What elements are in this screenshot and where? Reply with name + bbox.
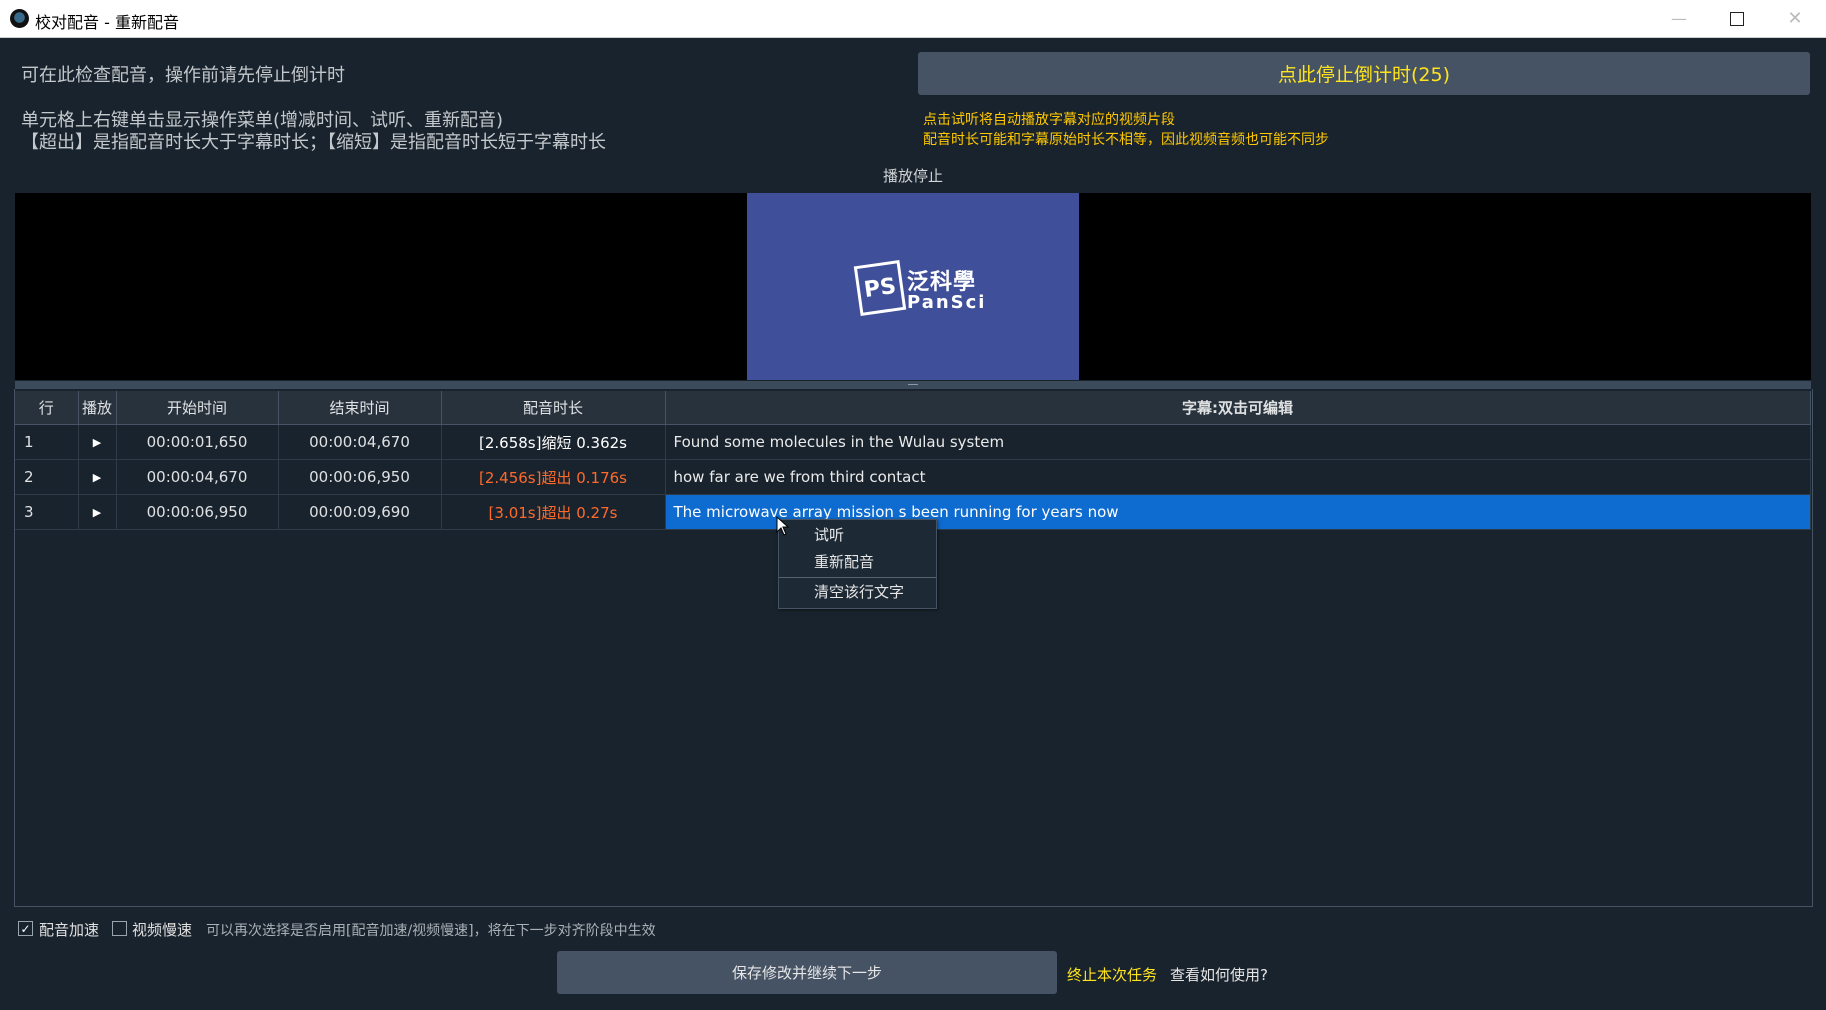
start-time-cell[interactable]: 00:00:04,670	[116, 459, 279, 495]
splitter-handle[interactable]	[15, 381, 1811, 389]
row-number: 1	[15, 424, 79, 460]
pansci-logo-en: PanSci	[907, 292, 987, 313]
table-header-row: 行 播放 开始时间 结束时间 配音时长 字幕:双击可编辑	[15, 391, 1811, 425]
splitter-grip-icon	[908, 384, 918, 385]
table-row[interactable]: 2 ▶ 00:00:04,670 00:00:06,950 [2.456s]超出…	[15, 459, 1811, 495]
close-button[interactable]: ✕	[1766, 0, 1824, 37]
info-check-dubbing: 可在此检查配音，操作前请先停止倒计时	[21, 65, 345, 86]
voice-speedup-checkbox[interactable]: ✓	[18, 921, 33, 936]
info-exceed-shorten: 【超出】是指配音时长大于字幕时长；【缩短】是指配音时长短于字幕时长	[21, 132, 606, 153]
end-time-cell[interactable]: 00:00:06,950	[278, 459, 442, 495]
warning-preview-plays-video: 点击试听将自动播放字幕对应的视频片段	[923, 112, 1175, 128]
maximize-button[interactable]	[1708, 0, 1766, 37]
pansci-logo-mark: PS	[853, 260, 907, 316]
end-time-cell[interactable]: 00:00:04,670	[278, 424, 442, 460]
header-subtitle[interactable]: 字幕:双击可编辑	[665, 391, 1811, 425]
menu-separator	[779, 577, 936, 578]
maximize-icon	[1730, 11, 1744, 26]
save-and-continue-button[interactable]: 保存修改并继续下一步	[557, 951, 1057, 994]
subtitle-cell[interactable]: how far are we from third contact	[665, 459, 1811, 495]
mouse-cursor-icon	[776, 516, 790, 536]
help-link[interactable]: 查看如何使用?	[1170, 964, 1268, 985]
stop-countdown-button[interactable]: 点此停止倒计时(25)	[918, 52, 1810, 95]
start-time-cell[interactable]: 00:00:06,950	[116, 494, 279, 530]
menu-item-redub[interactable]: 重新配音	[779, 549, 936, 575]
warning-duration-mismatch: 配音时长可能和字幕原始时长不相等，因此视频音频也可能不同步	[923, 132, 1329, 148]
voice-speedup-label[interactable]: 配音加速	[39, 919, 99, 940]
header-play[interactable]: 播放	[78, 391, 117, 425]
play-icon[interactable]: ▶	[78, 494, 117, 530]
speed-options-note: 可以再次选择是否启用[配音加速/视频慢速]，将在下一步对齐阶段中生效	[206, 923, 656, 939]
table-row[interactable]: 1 ▶ 00:00:01,650 00:00:04,670 [2.658s]缩短…	[15, 424, 1811, 460]
subtitle-cell[interactable]: Found some molecules in the Wulau system	[665, 424, 1811, 460]
dub-duration-cell[interactable]: [3.01s]超出 0.27s	[441, 494, 666, 530]
title-bar	[0, 0, 1826, 38]
header-dub-duration[interactable]: 配音时长	[441, 391, 666, 425]
play-icon[interactable]: ▶	[78, 424, 117, 460]
context-menu: 试听 重新配音 清空该行文字	[778, 519, 937, 609]
header-end-time[interactable]: 结束时间	[278, 391, 442, 425]
row-number: 2	[15, 459, 79, 495]
header-start-time[interactable]: 开始时间	[116, 391, 279, 425]
menu-item-clear-text[interactable]: 清空该行文字	[779, 579, 936, 605]
start-time-cell[interactable]: 00:00:01,650	[116, 424, 279, 460]
abort-task-link[interactable]: 终止本次任务	[1067, 964, 1157, 985]
play-icon[interactable]: ▶	[78, 459, 117, 495]
window-title: 校对配音 - 重新配音	[35, 13, 179, 32]
subtitle-table: 行 播放 开始时间 结束时间 配音时长 字幕:双击可编辑 1 ▶ 00:00:0…	[15, 391, 1811, 530]
app-icon	[10, 9, 29, 28]
dub-duration-cell[interactable]: [2.658s]缩短 0.362s	[441, 424, 666, 460]
row-number: 3	[15, 494, 79, 530]
header-row-number[interactable]: 行	[15, 391, 79, 425]
video-slowdown-label[interactable]: 视频慢速	[132, 919, 192, 940]
video-slowdown-checkbox[interactable]	[112, 921, 127, 936]
playback-status: 播放停止	[883, 167, 944, 185]
minimize-button[interactable]: —	[1650, 0, 1708, 37]
menu-item-preview[interactable]: 试听	[779, 522, 936, 548]
dub-duration-cell[interactable]: [2.456s]超出 0.176s	[441, 459, 666, 495]
end-time-cell[interactable]: 00:00:09,690	[278, 494, 442, 530]
checkmark-icon: ✓	[20, 921, 31, 936]
